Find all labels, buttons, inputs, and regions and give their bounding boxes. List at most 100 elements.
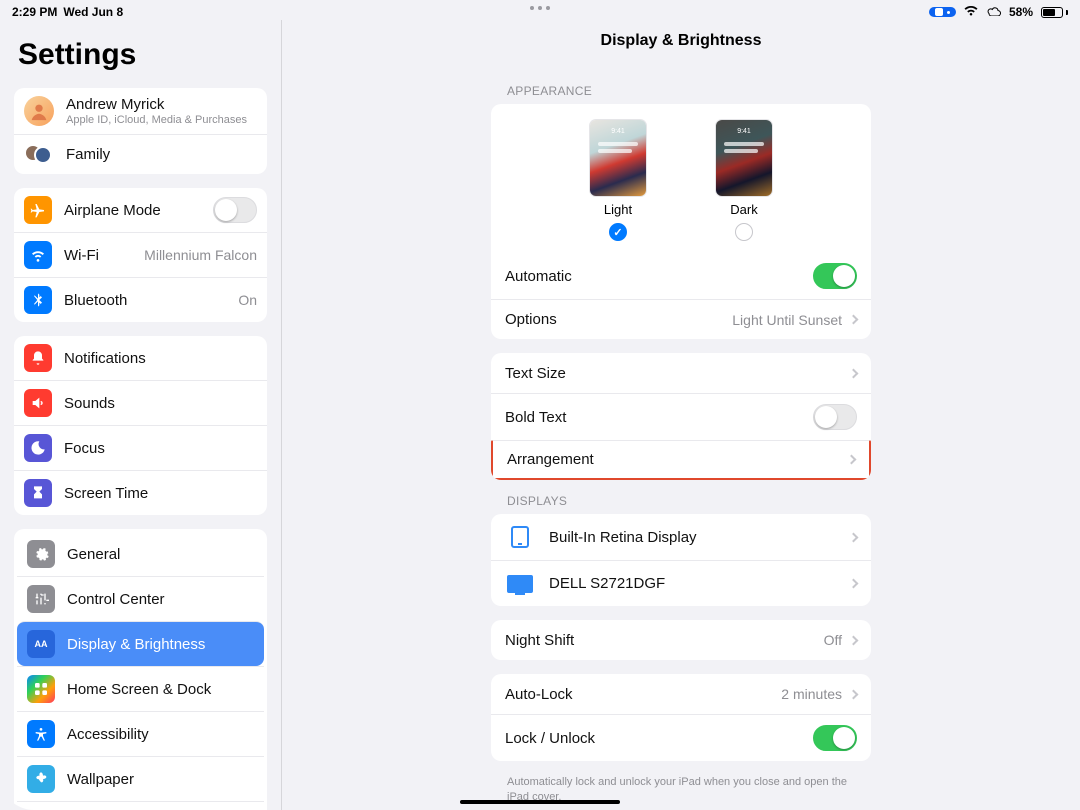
sounds-label: Sounds — [64, 395, 257, 412]
dark-radio[interactable] — [735, 223, 753, 241]
monitor-icon — [505, 573, 535, 595]
content-title: Display & Brightness — [302, 20, 1060, 70]
options-row[interactable]: Options Light Until Sunset — [491, 299, 871, 339]
appearance-header: APPEARANCE — [507, 84, 871, 98]
automatic-label: Automatic — [505, 268, 813, 285]
general-row[interactable]: General — [17, 532, 264, 576]
dark-preview: 9:41 — [716, 120, 772, 196]
accessibility-row[interactable]: Accessibility — [17, 711, 264, 756]
gear-icon — [27, 540, 55, 568]
wifi-settings-icon — [24, 241, 52, 269]
chevron-right-icon — [849, 315, 859, 325]
control-center-label: Control Center — [67, 591, 254, 608]
chevron-right-icon — [849, 579, 859, 589]
wallpaper-label: Wallpaper — [67, 771, 254, 788]
content-pane: Display & Brightness APPEARANCE 9:41 Lig… — [282, 20, 1080, 810]
focus-row[interactable]: Focus — [14, 425, 267, 470]
appearance-picker: 9:41 Light 9:41 Dark — [491, 104, 871, 253]
hourglass-icon — [24, 479, 52, 507]
apple-id-row[interactable]: Andrew Myrick Apple ID, iCloud, Media & … — [14, 88, 267, 134]
arrangement-label: Arrangement — [507, 451, 840, 468]
light-radio[interactable] — [609, 223, 627, 241]
bluetooth-row[interactable]: Bluetooth On — [14, 277, 267, 322]
builtin-display-row[interactable]: Built-In Retina Display — [491, 514, 871, 560]
control-center-row[interactable]: Control Center — [17, 576, 264, 621]
sounds-row[interactable]: Sounds — [14, 380, 267, 425]
family-row[interactable]: Family — [14, 134, 267, 174]
dark-mode-option[interactable]: 9:41 Dark — [716, 120, 772, 241]
auto-lock-label: Auto-Lock — [505, 686, 781, 703]
multitask-dots[interactable] — [530, 6, 550, 10]
chevron-right-icon — [849, 689, 859, 699]
auto-lock-value: 2 minutes — [781, 686, 842, 702]
family-icon — [24, 144, 54, 166]
notifications-row[interactable]: Notifications — [14, 336, 267, 380]
accessibility-label: Accessibility — [67, 726, 254, 743]
general-label: General — [67, 546, 254, 563]
notifications-label: Notifications — [64, 350, 257, 367]
sliders-icon — [27, 585, 55, 613]
profile-name: Andrew Myrick — [66, 96, 257, 113]
bell-icon — [24, 344, 52, 372]
screen-recording-pill[interactable] — [929, 7, 956, 17]
profile-avatar — [24, 96, 54, 126]
wifi-row[interactable]: Wi-Fi Millennium Falcon — [14, 232, 267, 277]
wallpaper-row[interactable]: Wallpaper — [17, 756, 264, 801]
external-display-row[interactable]: DELL S2721DGF — [491, 560, 871, 606]
dark-label: Dark — [730, 202, 757, 217]
profile-sub: Apple ID, iCloud, Media & Purchases — [66, 114, 257, 126]
automatic-row[interactable]: Automatic — [491, 253, 871, 299]
bluetooth-value: On — [238, 292, 257, 308]
focus-label: Focus — [64, 440, 257, 457]
displays-header: DISPLAYS — [507, 494, 871, 508]
home-indicator[interactable] — [460, 800, 620, 804]
airplane-label: Airplane Mode — [64, 202, 213, 219]
bold-text-toggle[interactable] — [813, 404, 857, 430]
light-mode-option[interactable]: 9:41 Light — [590, 120, 646, 241]
bold-text-row[interactable]: Bold Text — [491, 393, 871, 440]
siri-row[interactable]: Siri & Search — [17, 801, 264, 810]
bluetooth-label: Bluetooth — [64, 292, 238, 309]
external-display-label: DELL S2721DGF — [549, 575, 842, 592]
lock-unlock-row[interactable]: Lock / Unlock — [491, 714, 871, 761]
builtin-display-label: Built-In Retina Display — [549, 529, 842, 546]
speaker-icon — [24, 389, 52, 417]
status-bar: 2:29 PM Wed Jun 8 58% — [0, 0, 1080, 20]
bold-text-label: Bold Text — [505, 409, 813, 426]
options-label: Options — [505, 311, 732, 328]
night-shift-row[interactable]: Night Shift Off — [491, 620, 871, 660]
home-screen-label: Home Screen & Dock — [67, 681, 254, 698]
apple-id-card: Andrew Myrick Apple ID, iCloud, Media & … — [14, 88, 267, 174]
accessibility-icon — [27, 720, 55, 748]
display-brightness-row[interactable]: AA Display & Brightness — [17, 621, 264, 666]
airplane-mode-row[interactable]: Airplane Mode — [14, 188, 267, 232]
screen-time-row[interactable]: Screen Time — [14, 470, 267, 515]
airplane-icon — [24, 196, 52, 224]
night-shift-label: Night Shift — [505, 632, 824, 649]
text-size-row[interactable]: Text Size — [491, 353, 871, 393]
night-shift-value: Off — [824, 632, 842, 648]
airplane-toggle[interactable] — [213, 197, 257, 223]
light-label: Light — [604, 202, 632, 217]
bluetooth-icon — [24, 286, 52, 314]
screen-time-label: Screen Time — [64, 485, 257, 502]
arrangement-row[interactable]: Arrangement — [491, 440, 871, 480]
auto-lock-row[interactable]: Auto-Lock 2 minutes — [491, 674, 871, 714]
chevron-right-icon — [849, 532, 859, 542]
automatic-toggle[interactable] — [813, 263, 857, 289]
moon-icon — [24, 434, 52, 462]
settings-sidebar: Settings Andrew Myrick Apple ID, iCloud,… — [0, 20, 282, 810]
cloud-icon — [986, 5, 1001, 19]
wifi-label: Wi-Fi — [64, 247, 144, 264]
display-brightness-label: Display & Brightness — [67, 636, 254, 653]
chevron-right-icon — [849, 368, 859, 378]
wifi-value: Millennium Falcon — [144, 247, 257, 263]
ipad-icon — [505, 526, 535, 548]
light-preview: 9:41 — [590, 120, 646, 196]
family-label: Family — [66, 146, 257, 163]
status-time: 2:29 PM — [12, 5, 57, 19]
flower-icon — [27, 765, 55, 793]
lock-unlock-toggle[interactable] — [813, 725, 857, 751]
home-screen-row[interactable]: Home Screen & Dock — [17, 666, 264, 711]
grid-icon — [27, 675, 55, 703]
